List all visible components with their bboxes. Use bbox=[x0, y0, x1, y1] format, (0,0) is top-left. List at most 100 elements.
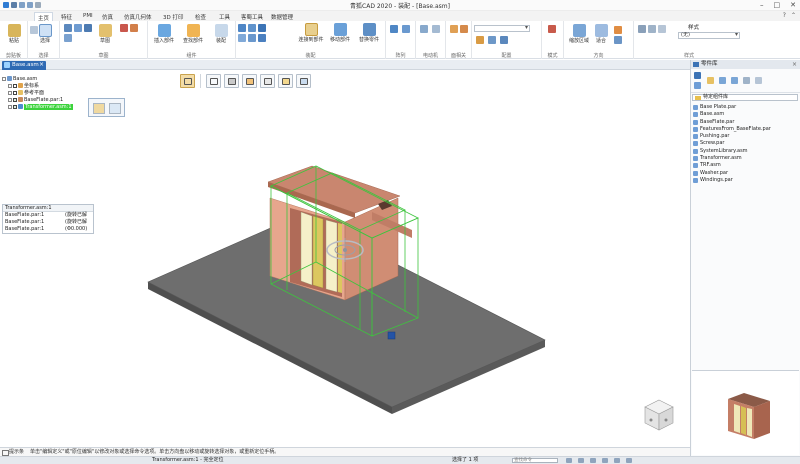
style-edge-icon[interactable] bbox=[648, 25, 656, 33]
view-cube-icon[interactable] bbox=[643, 398, 675, 432]
box-select-icon[interactable] bbox=[206, 74, 221, 88]
rotate-icon[interactable] bbox=[590, 458, 596, 463]
config-display-icon[interactable] bbox=[488, 36, 496, 44]
list-item[interactable]: BaseFlate.par:1 (旋转已解 bbox=[3, 212, 93, 219]
pattern-icon[interactable] bbox=[390, 25, 398, 33]
view-style-icon[interactable] bbox=[614, 458, 620, 463]
settings-icon[interactable] bbox=[626, 458, 632, 463]
list-item[interactable]: Washer.par bbox=[692, 170, 798, 177]
dimension-icon[interactable] bbox=[120, 24, 128, 32]
edit-in-place-icon[interactable] bbox=[109, 103, 121, 114]
restore-icon[interactable]: □ bbox=[774, 1, 781, 9]
list-item[interactable]: Base Plate.par bbox=[692, 104, 798, 111]
style-view-icon[interactable] bbox=[658, 25, 666, 33]
sketch-icon[interactable] bbox=[260, 74, 275, 88]
list-item[interactable]: TRF.asm bbox=[692, 162, 798, 169]
edit-definition-icon[interactable] bbox=[93, 103, 105, 114]
tree-row[interactable]: 参考平面 bbox=[2, 90, 132, 97]
connect-to-part-button[interactable]: 连接到部件 bbox=[296, 23, 326, 43]
insert-part-button[interactable]: 插入部件 bbox=[150, 24, 178, 44]
config-save-icon[interactable] bbox=[476, 36, 484, 44]
find-part-button[interactable]: 查找部件 bbox=[178, 24, 208, 44]
document-tab[interactable]: Base.asm × bbox=[2, 61, 46, 70]
list-item[interactable]: BaseFlate.par:1 (Φ0.000) bbox=[3, 226, 93, 233]
list-item[interactable]: FeaturesFrom_BaseFlate.par bbox=[692, 126, 798, 133]
features-tab-icon[interactable] bbox=[694, 82, 701, 89]
search-icon[interactable] bbox=[755, 77, 762, 84]
move-part-button[interactable]: 移动部件 bbox=[326, 23, 354, 43]
list-item[interactable]: Transformer.asm bbox=[692, 155, 798, 162]
list-item[interactable]: BaseFlate.par bbox=[692, 119, 798, 126]
help-icon[interactable]: ? bbox=[783, 12, 786, 19]
close-icon[interactable]: ✕ bbox=[790, 1, 796, 9]
list-item[interactable]: Base.asm bbox=[692, 111, 798, 118]
tab-pmi[interactable]: PMI bbox=[80, 12, 96, 20]
list-item[interactable]: Screw.par bbox=[692, 140, 798, 147]
line-icon[interactable] bbox=[64, 24, 72, 32]
up-folder-icon[interactable] bbox=[707, 77, 714, 84]
dimension-icon[interactable] bbox=[296, 74, 311, 88]
list-item[interactable]: BaseFlate.par:1 (旋转已解 bbox=[3, 219, 93, 226]
select-button[interactable]: 选择 bbox=[36, 24, 54, 44]
command-finder-input[interactable]: 查找命令 bbox=[512, 458, 558, 463]
pan-icon[interactable] bbox=[578, 458, 584, 463]
config-zone-icon[interactable] bbox=[500, 36, 508, 44]
expand-icon[interactable] bbox=[8, 104, 12, 109]
relate-icon[interactable] bbox=[130, 24, 138, 32]
planar-icon[interactable] bbox=[248, 34, 256, 42]
tree-row[interactable]: Base.asm bbox=[2, 76, 132, 83]
rotate-icon[interactable] bbox=[614, 36, 622, 44]
forward-icon[interactable] bbox=[731, 77, 738, 84]
minimize-icon[interactable]: – bbox=[760, 1, 764, 9]
zoom-icon[interactable] bbox=[566, 458, 572, 463]
config-combo[interactable] bbox=[474, 25, 530, 32]
style-combo[interactable]: (无) bbox=[678, 32, 740, 39]
tree-row[interactable]: 坐标系 bbox=[2, 83, 132, 90]
subassembly-icon[interactable] bbox=[242, 74, 257, 88]
ribbon-collapse-icon[interactable]: ⌃ bbox=[791, 12, 796, 19]
fit-button[interactable]: 适合 bbox=[592, 24, 610, 44]
expand-icon[interactable] bbox=[8, 97, 12, 102]
axial-icon[interactable] bbox=[238, 34, 246, 42]
paste-button[interactable]: 粘贴 bbox=[4, 24, 24, 44]
part-icon[interactable] bbox=[224, 74, 239, 88]
assemble-button[interactable]: 装配 bbox=[210, 24, 232, 44]
angle-icon[interactable] bbox=[258, 34, 266, 42]
list-item[interactable]: Windings.par bbox=[692, 177, 798, 184]
align-icon[interactable] bbox=[248, 24, 256, 32]
motor-icon[interactable] bbox=[420, 25, 428, 33]
library-tab-icon[interactable] bbox=[694, 72, 701, 79]
3d-scene[interactable] bbox=[0, 70, 690, 447]
visibility-checkbox[interactable] bbox=[13, 97, 17, 102]
face-offset-icon[interactable] bbox=[460, 25, 468, 33]
library-path-combo[interactable]: 特定组件库 bbox=[692, 94, 798, 101]
rectangle-icon[interactable] bbox=[64, 34, 72, 42]
style-shade-icon[interactable] bbox=[638, 25, 646, 33]
expand-icon[interactable] bbox=[8, 83, 12, 88]
tab-home[interactable]: 主页 bbox=[34, 12, 54, 22]
zoom-area-button[interactable]: 缩放区域 bbox=[566, 24, 592, 44]
view-list-icon[interactable] bbox=[743, 77, 750, 84]
insert-icon[interactable] bbox=[258, 24, 266, 32]
visibility-checkbox[interactable] bbox=[13, 90, 17, 95]
mirror-icon[interactable] bbox=[402, 25, 410, 33]
select-mode-icon[interactable] bbox=[180, 74, 195, 88]
simulate-icon[interactable] bbox=[432, 25, 440, 33]
close-icon[interactable]: × bbox=[39, 61, 44, 69]
reference-icon[interactable] bbox=[278, 74, 293, 88]
arc-icon[interactable] bbox=[74, 24, 82, 32]
view-orient-icon[interactable] bbox=[614, 26, 622, 34]
expand-icon[interactable] bbox=[2, 76, 6, 81]
mode-icon[interactable] bbox=[548, 25, 556, 33]
circle-icon[interactable] bbox=[84, 24, 92, 32]
mate-icon[interactable] bbox=[238, 24, 246, 32]
close-icon[interactable]: × bbox=[792, 60, 797, 69]
replace-part-button[interactable]: 替换零件 bbox=[354, 23, 384, 43]
list-item[interactable]: Pushing.par bbox=[692, 133, 798, 140]
back-icon[interactable] bbox=[719, 77, 726, 84]
visibility-checkbox[interactable] bbox=[13, 83, 17, 88]
expand-icon[interactable] bbox=[8, 90, 12, 95]
list-item[interactable]: SystemLibrary.asm bbox=[692, 148, 798, 155]
select-filter-icon[interactable] bbox=[30, 26, 38, 34]
graphics-window[interactable]: Base.asm 坐标系 参考平面 BaseFlate.par:1 Transf… bbox=[0, 70, 690, 447]
